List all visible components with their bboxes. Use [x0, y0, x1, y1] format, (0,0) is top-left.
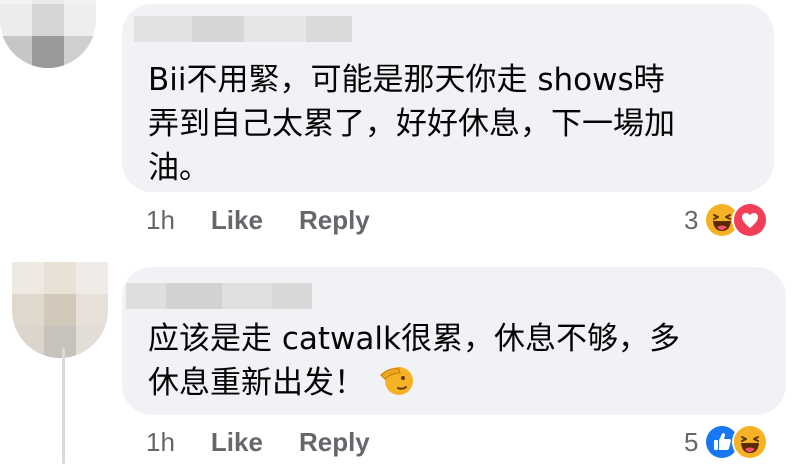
commenter-name-redacted[interactable] — [126, 283, 312, 309]
comment-line: 休息重新出发！ — [148, 361, 768, 405]
comment-timestamp[interactable]: 1h — [146, 205, 175, 236]
reply-button[interactable]: Reply — [299, 205, 370, 236]
reaction-count: 5 — [684, 426, 699, 457]
comment-line: 应该是走 catwalk很累，休息不够，多 — [148, 321, 680, 357]
reaction-summary[interactable]: 5 — [684, 422, 769, 462]
comment-text: 应该是走 catwalk很累，休息不够，多 休息重新出发！ — [148, 317, 768, 405]
comment-timestamp[interactable]: 1h — [146, 427, 175, 458]
comment-line-text: 休息重新出发！ — [148, 365, 365, 401]
like-button[interactable]: Like — [211, 427, 263, 458]
comment-line: 油。 — [148, 150, 210, 186]
saluting-face-icon — [379, 361, 415, 397]
comment-actions: 1h Like Reply — [146, 422, 406, 462]
reaction-count: 3 — [684, 204, 699, 235]
thread-line — [62, 348, 65, 464]
haha-icon — [732, 424, 769, 460]
comment-actions: 1h Like Reply — [146, 200, 406, 240]
comment-bubble: Bii不用緊，可能是那天你走 shows時 弄到自己太累了，好好休息，下一場加 … — [122, 4, 774, 192]
love-icon — [732, 202, 769, 238]
avatar[interactable] — [12, 262, 108, 358]
reaction-summary[interactable]: 3 — [684, 200, 769, 240]
like-button[interactable]: Like — [211, 205, 263, 236]
commenter-name-redacted[interactable] — [134, 16, 352, 42]
avatar[interactable] — [0, 0, 96, 68]
comment-thread: Bii不用緊，可能是那天你走 shows時 弄到自己太累了，好好休息，下一場加 … — [0, 0, 800, 464]
comment-bubble: 应该是走 catwalk很累，休息不够，多 休息重新出发！ — [122, 267, 786, 415]
comment-line: 弄到自己太累了，好好休息，下一場加 — [148, 106, 675, 142]
comment-line: Bii不用緊，可能是那天你走 shows時 — [148, 62, 665, 98]
reply-button[interactable]: Reply — [299, 427, 370, 458]
comment-text: Bii不用緊，可能是那天你走 shows時 弄到自己太累了，好好休息，下一場加 … — [148, 58, 758, 190]
